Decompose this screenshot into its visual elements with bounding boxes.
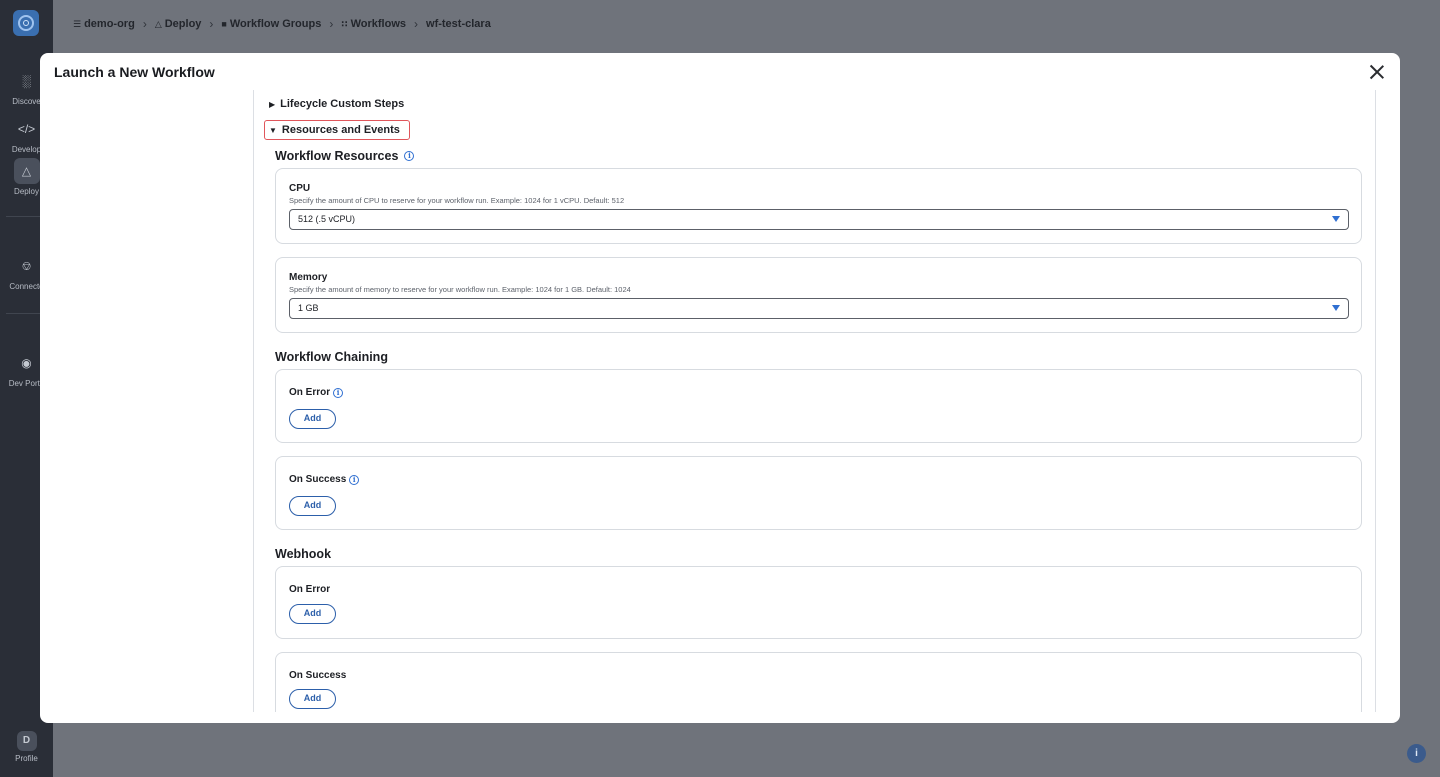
breadcrumb-item-deploy[interactable]: △ Deploy xyxy=(155,18,202,30)
caret-down-icon xyxy=(1332,216,1340,222)
webhook-on-error-add-button[interactable]: Add xyxy=(289,604,336,624)
breadcrumb-item-workflow-groups[interactable]: ■ Workflow Groups xyxy=(221,18,321,30)
grid-icon: ∷ xyxy=(341,19,348,29)
code-icon: </> xyxy=(17,122,36,136)
plug-icon: ⎊ xyxy=(21,259,32,273)
info-icon[interactable]: i xyxy=(349,474,360,485)
cpu-card: CPU Specify the amount of CPU to reserve… xyxy=(275,168,1362,244)
bar-chart-icon: ░ xyxy=(22,74,31,88)
close-icon[interactable] xyxy=(1368,63,1386,81)
chaining-on-success-label: On Success i xyxy=(289,474,360,485)
webhook-on-success-add-button[interactable]: Add xyxy=(289,689,336,709)
top-bar: ☰ demo-org › △ Deploy › ■ Workflow Groups ›… xyxy=(53,0,1440,48)
lifecycle-custom-steps-toggle[interactable]: ▶ Lifecycle Custom Steps xyxy=(269,98,404,110)
caret-down-icon xyxy=(1332,305,1340,311)
portal-icon: ◉ xyxy=(21,356,32,370)
webhook-on-error-card: On Error Add xyxy=(275,566,1362,639)
modal-title: Launch a New Workflow xyxy=(54,64,215,80)
org-icon: ☰ xyxy=(73,19,82,29)
chaining-on-error-card: On Error i Add xyxy=(275,369,1362,443)
resources-and-events-toggle[interactable]: ▼ Resources and Events xyxy=(264,120,410,140)
launch-workflow-modal: Launch a New Workflow ▶ Lifecycle Custom… xyxy=(40,53,1400,723)
chevron-right-icon: › xyxy=(142,17,147,31)
chevron-right-icon: › xyxy=(209,17,214,31)
memory-select[interactable]: 1 GB xyxy=(289,298,1349,319)
chevron-right-icon: › xyxy=(414,17,419,31)
avatar: D xyxy=(16,731,37,751)
app-logo[interactable] xyxy=(13,10,39,36)
deploy-icon: △ xyxy=(13,158,40,184)
memory-card: Memory Specify the amount of memory to r… xyxy=(275,257,1362,333)
info-icon[interactable]: i xyxy=(333,387,344,398)
help-icon[interactable]: i xyxy=(1407,744,1426,763)
sidebar-item-profile[interactable]: D Profile xyxy=(0,731,53,763)
cpu-select[interactable]: 512 (.5 vCPU) xyxy=(289,209,1349,230)
breadcrumb-item-current[interactable]: wf-test-clara xyxy=(426,18,491,30)
webhook-on-error-label: On Error xyxy=(289,584,331,595)
memory-description: Specify the amount of memory to reserve … xyxy=(289,285,631,294)
chaining-on-error-label: On Error i xyxy=(289,387,344,398)
chaining-on-success-card: On Success i Add xyxy=(275,456,1362,530)
webhook-on-success-card: On Success Add xyxy=(275,652,1362,712)
breadcrumb-item-workflows[interactable]: ∷ Workflows xyxy=(341,18,406,30)
cpu-description: Specify the amount of CPU to reserve for… xyxy=(289,196,625,205)
breadcrumb-item-org[interactable]: ☰ demo-org xyxy=(73,18,135,30)
breadcrumb: ☰ demo-org › △ Deploy › ■ Workflow Groups ›… xyxy=(73,17,491,31)
chaining-on-error-add-button[interactable]: Add xyxy=(289,409,336,429)
info-icon[interactable]: i xyxy=(404,151,415,161)
workflow-resources-heading: Workflow Resources i xyxy=(275,149,415,163)
caret-down-icon: ▼ xyxy=(269,125,277,135)
chevron-right-icon: › xyxy=(329,17,334,31)
deploy-icon: △ xyxy=(154,19,162,29)
webhook-on-success-label: On Success xyxy=(289,670,347,681)
workflow-chaining-heading: Workflow Chaining xyxy=(275,350,388,364)
modal-content: ▶ Lifecycle Custom Steps ▼ Resources and… xyxy=(253,90,1376,712)
caret-right-icon: ▶ xyxy=(269,99,276,109)
folder-icon: ■ xyxy=(221,19,227,29)
memory-label: Memory xyxy=(289,272,328,283)
cpu-label: CPU xyxy=(289,183,311,194)
webhook-heading: Webhook xyxy=(275,547,332,561)
chaining-on-success-add-button[interactable]: Add xyxy=(289,496,336,516)
